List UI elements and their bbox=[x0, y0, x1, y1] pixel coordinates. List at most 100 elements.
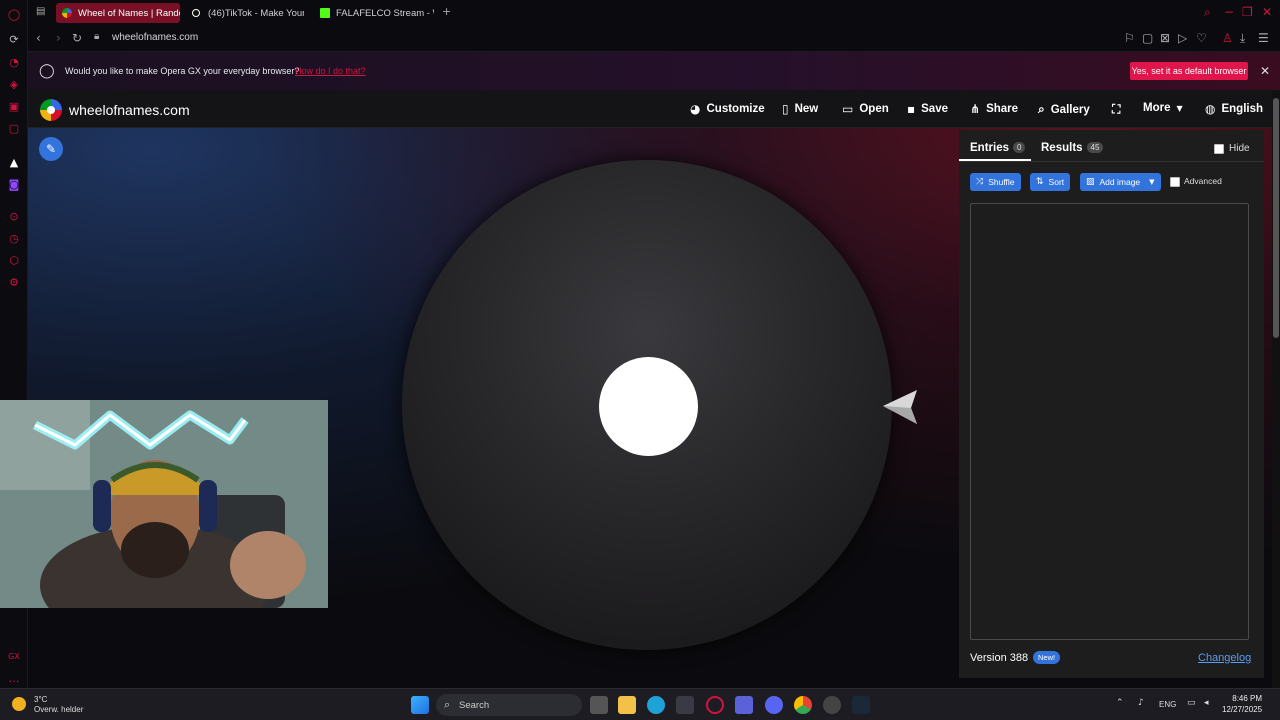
pencil-icon: ✎ bbox=[45, 142, 57, 156]
forward-icon[interactable]: › bbox=[56, 31, 61, 45]
settings-gear-icon[interactable]: ⚙ bbox=[6, 274, 22, 290]
minimize-icon[interactable]: − bbox=[1224, 5, 1234, 19]
app-icon[interactable] bbox=[823, 696, 841, 714]
fullscreen-button[interactable]: ⛶ bbox=[1112, 102, 1120, 117]
fullscreen-icon: ⛶ bbox=[1112, 102, 1121, 116]
edit-pencil-button[interactable]: ✎ bbox=[39, 137, 63, 161]
language-indicator[interactable]: ENG bbox=[1159, 700, 1176, 709]
clock-time: 8:46 PM bbox=[1232, 694, 1263, 703]
advanced-checkbox[interactable] bbox=[1170, 177, 1180, 187]
messenger-icon[interactable]: ▣ bbox=[6, 98, 22, 114]
taskbar-search[interactable]: ⌕ Search bbox=[436, 694, 582, 716]
vpn-icon[interactable]: ⊠ bbox=[1160, 31, 1170, 45]
aria-icon[interactable]: ▲ bbox=[6, 154, 22, 170]
edge-icon[interactable] bbox=[647, 696, 665, 714]
close-window-icon[interactable]: ✕ bbox=[1262, 5, 1272, 19]
sync-icon[interactable]: ⟳ bbox=[6, 31, 22, 47]
tab-results[interactable]: Results 45 bbox=[1041, 142, 1104, 154]
tiktok-favicon-icon bbox=[192, 9, 200, 17]
default-browser-banner: ◯ Would you like to make Opera GX your e… bbox=[28, 52, 1280, 90]
changelog-link[interactable]: Changelog bbox=[1198, 652, 1251, 664]
windows-start-icon[interactable] bbox=[411, 696, 429, 714]
bookmark-icon[interactable]: ⚐ bbox=[1124, 31, 1135, 45]
heart-icon[interactable]: ♡ bbox=[1196, 31, 1207, 45]
task-view-icon[interactable] bbox=[590, 696, 608, 714]
weather-description: Overw. helder bbox=[34, 705, 84, 714]
scrollbar-thumb[interactable] bbox=[1273, 98, 1279, 338]
page-scrollbar[interactable] bbox=[1272, 90, 1280, 688]
site-navbar: wheelofnames.com ◕ Customize ▯ New ▭ Ope… bbox=[28, 90, 1272, 128]
reload-icon[interactable]: ↻ bbox=[72, 31, 82, 45]
hide-checkbox[interactable] bbox=[1214, 144, 1224, 154]
tab-tiktok[interactable]: (46)TikTok - Make Your D bbox=[186, 3, 304, 23]
wheel-favicon-icon bbox=[62, 8, 72, 18]
results-count-badge: 45 bbox=[1086, 142, 1104, 154]
banner-close-icon[interactable]: ✕ bbox=[1260, 64, 1270, 78]
instagram-icon[interactable]: ▢ bbox=[6, 120, 22, 136]
version-label: Version 388 bbox=[970, 652, 1029, 664]
microphone-icon[interactable]: ♪ bbox=[1138, 698, 1144, 708]
weather-widget[interactable]: 3°C Overw. helder bbox=[12, 695, 83, 715]
tab-divider bbox=[959, 161, 1264, 162]
back-icon[interactable]: ‹ bbox=[36, 31, 41, 45]
open-label: Open bbox=[859, 103, 889, 115]
url-field[interactable]: wheelofnames.com bbox=[112, 32, 198, 43]
volume-icon[interactable]: ◂ bbox=[1204, 698, 1209, 708]
extensions-icon[interactable]: ⬡ bbox=[6, 252, 22, 268]
chrome-icon[interactable] bbox=[794, 696, 812, 714]
gx-control-icon[interactable]: ◔ bbox=[6, 54, 22, 70]
clock[interactable]: 8:46 PM 12/27/2025 bbox=[1222, 693, 1262, 715]
steam-icon[interactable] bbox=[852, 696, 870, 714]
set-default-button[interactable]: Yes, set it as default browser bbox=[1130, 62, 1248, 80]
tab-wheel-of-names[interactable]: Wheel of Names | Rando bbox=[56, 3, 180, 23]
discord-icon[interactable] bbox=[765, 696, 783, 714]
tab-bar: ▤ Wheel of Names | Rando (46)TikTok - Ma… bbox=[28, 0, 1280, 26]
twitch-icon[interactable]: ◙ bbox=[6, 176, 22, 192]
player-play-icon[interactable]: ▷ bbox=[1178, 31, 1187, 45]
tab-kick-stream[interactable]: FALAFELCO Stream - Wat bbox=[314, 3, 434, 23]
tab-entries[interactable]: Entries 0 bbox=[970, 142, 1026, 154]
entries-count-badge: 0 bbox=[1013, 142, 1026, 154]
gallery-button[interactable]: ⌕ Gallery bbox=[1038, 102, 1090, 117]
new-tab-button[interactable]: + bbox=[442, 5, 451, 18]
search-tabs-icon[interactable]: ⌕ bbox=[1204, 5, 1211, 20]
open-button[interactable]: ▭ Open bbox=[842, 102, 889, 116]
download-icon[interactable]: ⤓ bbox=[1240, 31, 1245, 46]
maximize-icon[interactable]: ❐ bbox=[1242, 5, 1253, 19]
entries-tab-label: Entries bbox=[970, 142, 1009, 154]
tab-menu-icon[interactable]: ▤ bbox=[36, 6, 45, 17]
more-dots-icon[interactable]: … bbox=[6, 670, 22, 686]
app-icon[interactable] bbox=[735, 696, 753, 714]
entries-textarea[interactable] bbox=[970, 203, 1249, 640]
wheel-center-hub[interactable] bbox=[599, 357, 698, 456]
more-button[interactable]: More ▼ bbox=[1143, 102, 1183, 114]
add-image-button[interactable]: ▨ Add image ▼ bbox=[1080, 173, 1161, 191]
site-name[interactable]: wheelofnames.com bbox=[69, 102, 190, 118]
new-button[interactable]: ▯ New bbox=[782, 102, 818, 116]
sort-button[interactable]: ⇅ Sort bbox=[1030, 173, 1071, 191]
palette-icon: ◕ bbox=[690, 102, 701, 116]
customize-button[interactable]: ◕ Customize bbox=[690, 102, 765, 116]
player-icon[interactable]: ⊙ bbox=[6, 208, 22, 224]
save-button[interactable]: ▪ Save bbox=[907, 102, 948, 116]
easy-setup-icon[interactable]: ☰ bbox=[1258, 31, 1269, 45]
site-logo-icon[interactable] bbox=[40, 99, 62, 121]
how-do-i-link[interactable]: How do I do that? bbox=[295, 66, 366, 76]
profile-icon[interactable]: ♙ bbox=[1222, 31, 1233, 45]
file-explorer-icon[interactable] bbox=[618, 696, 636, 714]
gx-icon[interactable]: GX bbox=[6, 648, 22, 664]
shuffle-button[interactable]: ⤨ Shuffle bbox=[970, 173, 1021, 191]
address-bar: ‹ › ↻ 🔒︎ wheelofnames.com ⚐ ▢ ⊠ ▷ ♡ ♙ ⤓ … bbox=[28, 26, 1280, 52]
opera-gx-logo-icon[interactable]: ◯ bbox=[6, 6, 22, 22]
snapshot-icon[interactable]: ▢ bbox=[1142, 31, 1153, 45]
tray-chevron-icon[interactable]: ⌃ bbox=[1116, 698, 1124, 708]
gx-corner-icon[interactable]: ◈ bbox=[6, 76, 22, 92]
language-button[interactable]: ◍ English bbox=[1205, 102, 1263, 116]
history-icon[interactable]: ◷ bbox=[6, 230, 22, 246]
share-button[interactable]: ⋔ Share bbox=[970, 102, 1018, 116]
opera-gx-taskbar-icon[interactable] bbox=[706, 696, 724, 714]
sort-label: Sort bbox=[1048, 177, 1065, 187]
share-label: Share bbox=[986, 103, 1019, 115]
store-icon[interactable] bbox=[676, 696, 694, 714]
network-icon[interactable]: ▭ bbox=[1187, 698, 1196, 708]
